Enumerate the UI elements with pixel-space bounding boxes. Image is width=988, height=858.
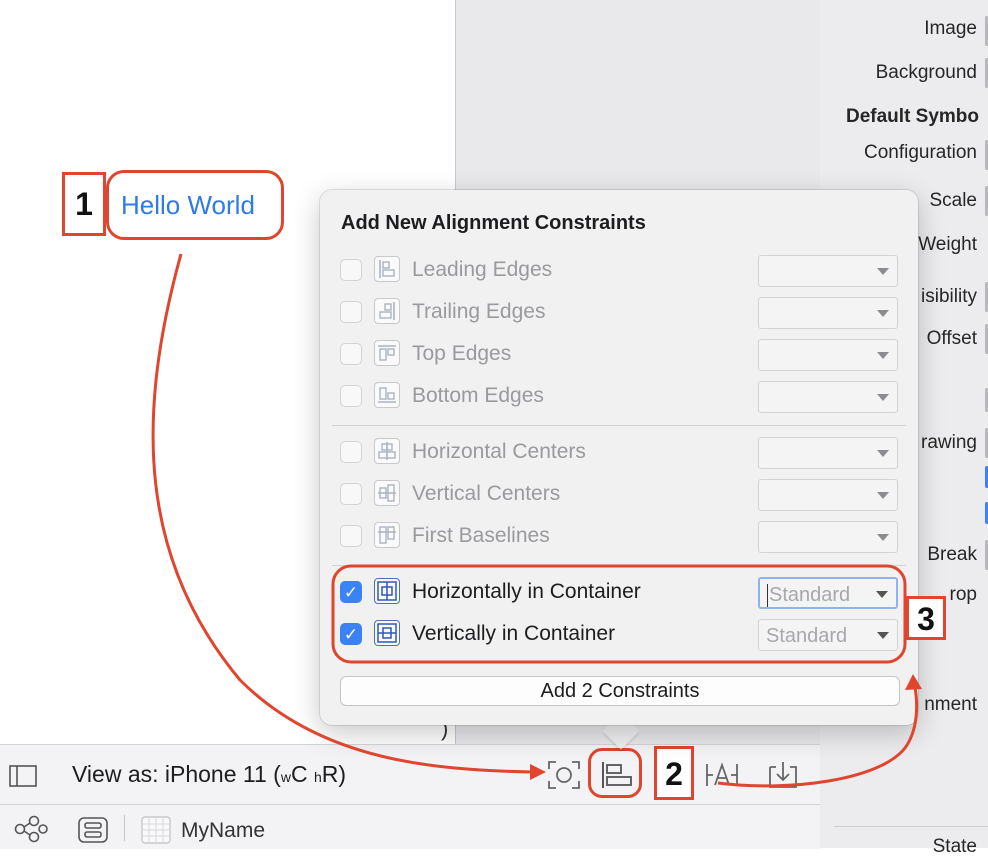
leading-edges-label: Leading Edges	[412, 258, 553, 281]
resolve-auto-layout-icon[interactable]	[766, 759, 800, 791]
inspector-visibility-label: isibility	[921, 286, 977, 307]
bottom-edges-checkbox[interactable]	[340, 385, 362, 407]
trailing-edges-label: Trailing Edges	[412, 300, 546, 323]
vertically-in-container-icon	[374, 620, 400, 646]
horizontal-centers-label: Horizontal Centers	[412, 440, 586, 463]
constraint-row-leading-edges: Leading Edges	[340, 252, 900, 288]
chevron-down-icon	[877, 352, 889, 359]
inspector-line-break-label: Break	[927, 544, 977, 565]
horizontal-centers-constant-dropdown[interactable]	[758, 437, 898, 469]
height-class-small: h	[313, 769, 322, 785]
top-edges-label: Top Edges	[412, 342, 512, 365]
hierarchy-icon[interactable]	[14, 815, 48, 843]
inspector-drop-label: rop	[949, 584, 977, 605]
inspector-state-label: State	[932, 836, 977, 857]
document-outline-bar: MyName	[0, 804, 820, 849]
width-class: C	[290, 761, 308, 787]
update-frames-icon[interactable]	[546, 759, 582, 791]
step-1-marker: 1	[62, 172, 106, 236]
horizontal-centers-checkbox[interactable]	[340, 441, 362, 463]
inspector-divider	[834, 826, 988, 827]
horizontally-in-container-label: Horizontally in Container	[412, 580, 641, 603]
trailing-edges-constant-dropdown[interactable]	[758, 297, 898, 329]
first-baselines-constant-dropdown[interactable]	[758, 521, 898, 553]
trailing-edges-icon	[374, 298, 400, 324]
chevron-down-icon	[877, 394, 889, 401]
leading-edges-constant-dropdown[interactable]	[758, 255, 898, 287]
top-edges-checkbox[interactable]	[340, 343, 362, 365]
width-class-small: w	[280, 769, 291, 785]
inspector-default-symbol-label: Default Symbo	[846, 106, 980, 127]
alignment-constraints-popover: Add New Alignment Constraints Leading Ed…	[320, 190, 918, 725]
inspector-image-label: Image	[924, 18, 977, 39]
chevron-down-icon	[877, 268, 889, 275]
leading-edges-checkbox[interactable]	[340, 259, 362, 281]
inspector-alignment-label: nment	[924, 694, 977, 715]
view-as-prefix: View as: iPhone 11 (	[72, 761, 281, 787]
view-as-device-label[interactable]: View as: iPhone 11 (wC hR)	[72, 761, 346, 788]
vertically-in-container-checkbox[interactable]: ✓	[340, 623, 362, 645]
popover-separator	[332, 565, 906, 566]
inspector-weight-label: Weight	[918, 234, 977, 255]
view-as-suffix: )	[338, 761, 347, 787]
horizontally-in-container-icon	[374, 578, 400, 604]
constraint-row-horizontal-centers: Horizontal Centers	[340, 434, 900, 470]
inspector-offset-label: Offset	[926, 328, 977, 349]
inspector-scale-label: Scale	[929, 190, 977, 211]
popover-title: Add New Alignment Constraints	[341, 212, 646, 234]
popover-separator	[332, 425, 906, 426]
first-baselines-label: First Baselines	[412, 524, 550, 547]
first-baselines-icon	[374, 522, 400, 548]
bottom-edges-icon	[374, 382, 400, 408]
constraint-row-vertically-in-container: ✓ Vertically in Container Standard	[340, 616, 900, 652]
scene-name-label[interactable]: MyName	[181, 819, 265, 843]
constraint-row-vertical-centers: Vertical Centers	[340, 476, 900, 512]
chevron-down-icon	[877, 534, 889, 541]
horizontal-centers-icon	[374, 438, 400, 464]
bottom-edges-label: Bottom Edges	[412, 384, 544, 407]
vertical-centers-constant-dropdown[interactable]	[758, 479, 898, 511]
leading-edges-icon	[374, 256, 400, 282]
scene-grid-icon	[141, 816, 171, 844]
embed-in-stack-icon[interactable]	[78, 817, 108, 843]
chevron-down-icon	[877, 450, 889, 457]
vertically-in-container-constant-dropdown[interactable]: Standard	[758, 619, 898, 651]
sidebar-toggle-icon[interactable]	[9, 765, 37, 787]
horizontally-in-container-constant-dropdown[interactable]: Standard	[758, 577, 898, 609]
add-new-constraints-icon[interactable]	[704, 759, 740, 791]
step-3-marker: 3	[906, 596, 946, 640]
first-baselines-checkbox[interactable]	[340, 525, 362, 547]
align-button-highlight	[588, 748, 642, 798]
chevron-down-icon	[877, 632, 889, 639]
bottom-edges-constant-dropdown[interactable]	[758, 381, 898, 413]
horizontally-in-container-checkbox[interactable]: ✓	[340, 581, 362, 603]
vertical-centers-checkbox[interactable]	[340, 483, 362, 505]
inspector-configuration-label: Configuration	[863, 142, 977, 163]
chevron-down-icon	[877, 492, 889, 499]
height-class: R	[321, 761, 339, 787]
chevron-down-icon	[876, 591, 888, 598]
top-edges-constant-dropdown[interactable]	[758, 339, 898, 371]
inspector-drawing-label: rawing	[921, 432, 977, 453]
vertical-centers-label: Vertical Centers	[412, 482, 561, 505]
constraint-row-horizontally-in-container: ✓ Horizontally in Container Standard	[340, 574, 900, 610]
vertically-in-container-label: Vertically in Container	[412, 622, 616, 645]
vertical-centers-icon	[374, 480, 400, 506]
step-2-marker: 2	[654, 746, 694, 800]
hello-world-label[interactable]: Hello World	[121, 190, 255, 221]
constraint-row-first-baselines: First Baselines	[340, 518, 900, 554]
constraint-row-top-edges: Top Edges	[340, 336, 900, 372]
chevron-down-icon	[877, 310, 889, 317]
canvas-bottom-bar: View as: iPhone 11 (wC hR)	[0, 744, 820, 805]
top-edges-icon	[374, 340, 400, 366]
constraint-row-trailing-edges: Trailing Edges	[340, 294, 900, 330]
constraint-row-bottom-edges: Bottom Edges	[340, 378, 900, 414]
inspector-background-label: Background	[875, 62, 977, 83]
add-constraints-button[interactable]: Add 2 Constraints	[340, 676, 900, 706]
trailing-edges-checkbox[interactable]	[340, 301, 362, 323]
toolbar-divider	[124, 815, 125, 841]
